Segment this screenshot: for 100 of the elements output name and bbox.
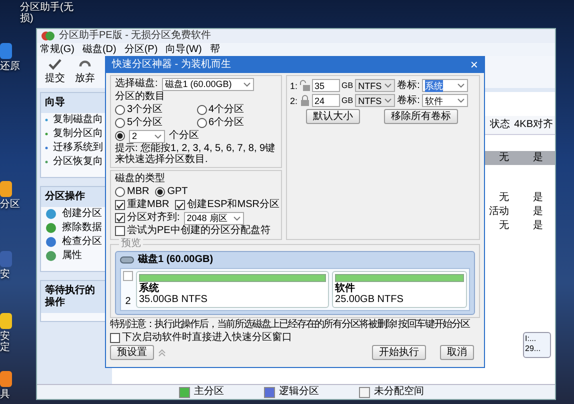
checkmark-icon bbox=[48, 59, 62, 70]
radio-option[interactable]: 4个分区 bbox=[196, 104, 277, 116]
legend-label: 逻辑分区 bbox=[279, 386, 319, 398]
checkbox[interactable] bbox=[110, 333, 120, 343]
icon-label[interactable]: 安定 bbox=[0, 331, 10, 353]
volume-label-dropdown[interactable]: 系统 bbox=[422, 79, 468, 92]
sidebar-link[interactable]: 擦除数据 bbox=[62, 222, 102, 234]
field-label: 卷标: bbox=[397, 80, 420, 92]
radio-button[interactable] bbox=[155, 187, 166, 197]
radio-option[interactable]: MBR bbox=[115, 186, 150, 198]
hint-text: 提示: 您能按1, 2, 3, 4, 5, 6, 7, 8, 9键来快速选择分区数目. bbox=[115, 143, 276, 165]
sidebar-link[interactable]: 属性 bbox=[62, 250, 82, 262]
radio-button[interactable] bbox=[196, 118, 206, 128]
checkbox-option[interactable]: 下次启动软件时直接进入快速分区窗口 bbox=[110, 332, 292, 344]
icon-label[interactable]: 安 bbox=[0, 269, 10, 280]
filesystem-dropdown[interactable]: NTFS bbox=[355, 94, 396, 107]
app-logo-icon bbox=[41, 30, 55, 42]
sidebar-link[interactable]: 分区恢复向 bbox=[53, 156, 103, 168]
sidebar-link[interactable]: 创建分区 bbox=[62, 208, 102, 220]
window-title: 分区助手PE版 - 无损分区免费软件 bbox=[59, 30, 212, 42]
menu-item[interactable]: 帮 bbox=[210, 44, 220, 56]
unit-label: GB bbox=[342, 94, 354, 106]
section-label: 分区的数目 bbox=[115, 91, 166, 103]
dialog-title: 快速分区神器 - 为装机而生 bbox=[112, 59, 231, 71]
radio-button[interactable] bbox=[115, 131, 125, 141]
checkbox[interactable] bbox=[175, 200, 186, 210]
group-title: 预览 bbox=[119, 238, 143, 250]
start-button[interactable]: 开始执行 bbox=[372, 345, 426, 360]
remove-labels-button[interactable]: 移除所有卷标 bbox=[384, 109, 458, 124]
menu-item[interactable]: 分区(P) bbox=[124, 44, 158, 56]
cancel-button[interactable]: 取消 bbox=[440, 345, 474, 360]
double-chevron-icon bbox=[158, 348, 166, 356]
radio-option[interactable]: 5个分区 bbox=[115, 117, 196, 129]
filesystem-dropdown[interactable]: NTFS bbox=[355, 79, 396, 92]
size-field[interactable]: 24 bbox=[312, 94, 340, 107]
menu-item[interactable]: 常规(G) bbox=[40, 44, 74, 56]
table-cell: 无 bbox=[499, 220, 509, 232]
chevron-icon bbox=[384, 98, 392, 103]
table-cell: 是 bbox=[533, 152, 543, 164]
row-number: 2: bbox=[290, 94, 298, 106]
checkbox-option[interactable]: 分区对齐到: bbox=[115, 212, 180, 224]
partition-name: 软件 bbox=[335, 283, 356, 294]
legend-label: 未分配空间 bbox=[374, 386, 424, 398]
app-icon bbox=[0, 312, 14, 330]
icon-label[interactable]: 分区 bbox=[0, 199, 20, 210]
panel-title: 分区操作 bbox=[41, 187, 107, 207]
partition-count: 2 bbox=[125, 296, 131, 308]
app-icon bbox=[0, 370, 14, 388]
icon-label[interactable]: 分区助手(无损) bbox=[20, 2, 84, 24]
checkbox[interactable] bbox=[115, 213, 125, 223]
column-header[interactable]: 状态 bbox=[490, 119, 510, 131]
column-header[interactable]: 4KB对齐 bbox=[514, 119, 553, 131]
panel-title: 向导 bbox=[41, 93, 107, 113]
checkbox[interactable] bbox=[123, 271, 133, 281]
discard-button[interactable]: 放弃 bbox=[73, 58, 97, 86]
partition-size: 35.00GB NTFS bbox=[139, 294, 208, 305]
chevron-icon bbox=[232, 216, 241, 220]
sidebar-link[interactable]: 复制磁盘向 bbox=[53, 114, 103, 126]
sidebar-link[interactable]: 复制分区向 bbox=[53, 128, 103, 140]
radio-option[interactable]: 6个分区 bbox=[196, 117, 277, 129]
menu-item[interactable]: 磁盘(D) bbox=[82, 44, 116, 56]
chevron-icon bbox=[384, 83, 392, 88]
icon-label[interactable]: 具 bbox=[0, 389, 10, 400]
count-dropdown[interactable]: 2 bbox=[129, 130, 165, 142]
checkbox-option[interactable]: 重建MBR bbox=[115, 199, 170, 211]
icon-label[interactable]: 还原 bbox=[0, 61, 20, 72]
table-cell: 是 bbox=[533, 192, 543, 204]
checkbox[interactable] bbox=[115, 226, 125, 236]
radio-button[interactable] bbox=[196, 105, 206, 115]
radio-button[interactable] bbox=[115, 118, 125, 128]
unit-label: GB bbox=[342, 80, 354, 92]
radio-button[interactable] bbox=[115, 105, 125, 115]
disk-name: 磁盘1 (60.00GB) bbox=[138, 254, 214, 266]
table-cell: 无 bbox=[499, 152, 509, 164]
volume-label-dropdown[interactable]: 软件 bbox=[422, 94, 468, 107]
app-icon bbox=[0, 250, 14, 268]
radio-button[interactable] bbox=[115, 187, 125, 197]
default-size-button[interactable]: 默认大小 bbox=[306, 109, 360, 124]
radio-option[interactable]: 3个分区 bbox=[115, 104, 196, 116]
close-button[interactable]: × bbox=[470, 59, 478, 71]
alignment-dropdown[interactable]: 2048 扇区 bbox=[184, 212, 244, 224]
radio-option[interactable]: GPT bbox=[155, 186, 188, 198]
checkbox-option[interactable]: 尝试为PE中创建的分区分配盘符 bbox=[115, 225, 270, 237]
partition-size: 29... bbox=[525, 344, 542, 354]
disk-dropdown[interactable]: 磁盘1 (60.00GB) bbox=[162, 78, 254, 90]
partition-block[interactable]: 软件 25.00GB NTFS bbox=[332, 271, 467, 308]
checkbox-option[interactable]: 创建ESP和MSR分区 bbox=[175, 199, 280, 211]
field-label: 个分区 bbox=[169, 130, 199, 142]
partition-block[interactable]: 系统 35.00GB NTFS bbox=[136, 271, 330, 308]
sidebar-link[interactable]: 检查分区 bbox=[62, 236, 102, 248]
table-cell: 是 bbox=[533, 206, 543, 218]
apply-button[interactable]: 提交 bbox=[43, 58, 67, 86]
preset-button[interactable]: 预设置 bbox=[110, 345, 154, 360]
sidebar-link[interactable]: 迁移系统到 bbox=[53, 142, 103, 154]
chevron-icon bbox=[242, 82, 251, 86]
size-field[interactable]: 35 bbox=[312, 79, 340, 92]
checkbox[interactable] bbox=[115, 200, 125, 210]
section-label: 磁盘的类型 bbox=[115, 173, 166, 185]
table-cell: 无 bbox=[499, 192, 509, 204]
menu-item[interactable]: 向导(W) bbox=[166, 44, 202, 56]
